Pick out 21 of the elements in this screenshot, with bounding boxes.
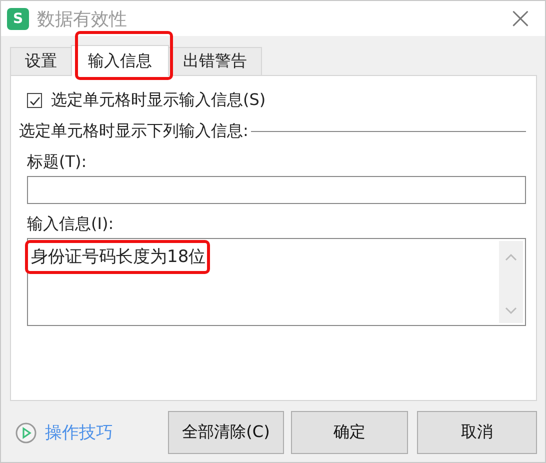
checkbox-label: 选定单元格时显示输入信息(S): [51, 90, 266, 111]
scrollbar[interactable]: [499, 241, 523, 323]
section-label: 选定单元格时显示下列输入信息:: [19, 121, 248, 142]
title-input-field[interactable]: [27, 176, 526, 204]
tab[interactable]: 输入信息: [71, 45, 169, 76]
play-icon: [15, 422, 37, 444]
close-button[interactable]: ×: [508, 4, 533, 34]
tab[interactable]: 出错警告: [168, 47, 262, 75]
field-label: 标题(T):: [27, 152, 88, 173]
message-text-area[interactable]: 身份证号码长度为18位: [27, 238, 526, 326]
dialog-button[interactable]: 全部清除(C): [168, 411, 284, 454]
tab[interactable]: 设置: [10, 47, 72, 75]
app-logo-icon: S: [7, 8, 29, 30]
dialog-button[interactable]: 取消: [417, 411, 537, 454]
dialog-button[interactable]: 确定: [291, 411, 408, 454]
scroll-down-icon[interactable]: [504, 307, 518, 315]
message-text: 身份证号码长度为18位: [31, 247, 206, 267]
window-title: 数据有效性: [37, 8, 127, 30]
scroll-up-icon[interactable]: [504, 253, 518, 261]
checkbox[interactable]: [27, 93, 42, 108]
field-label: 输入信息(I):: [27, 214, 115, 235]
